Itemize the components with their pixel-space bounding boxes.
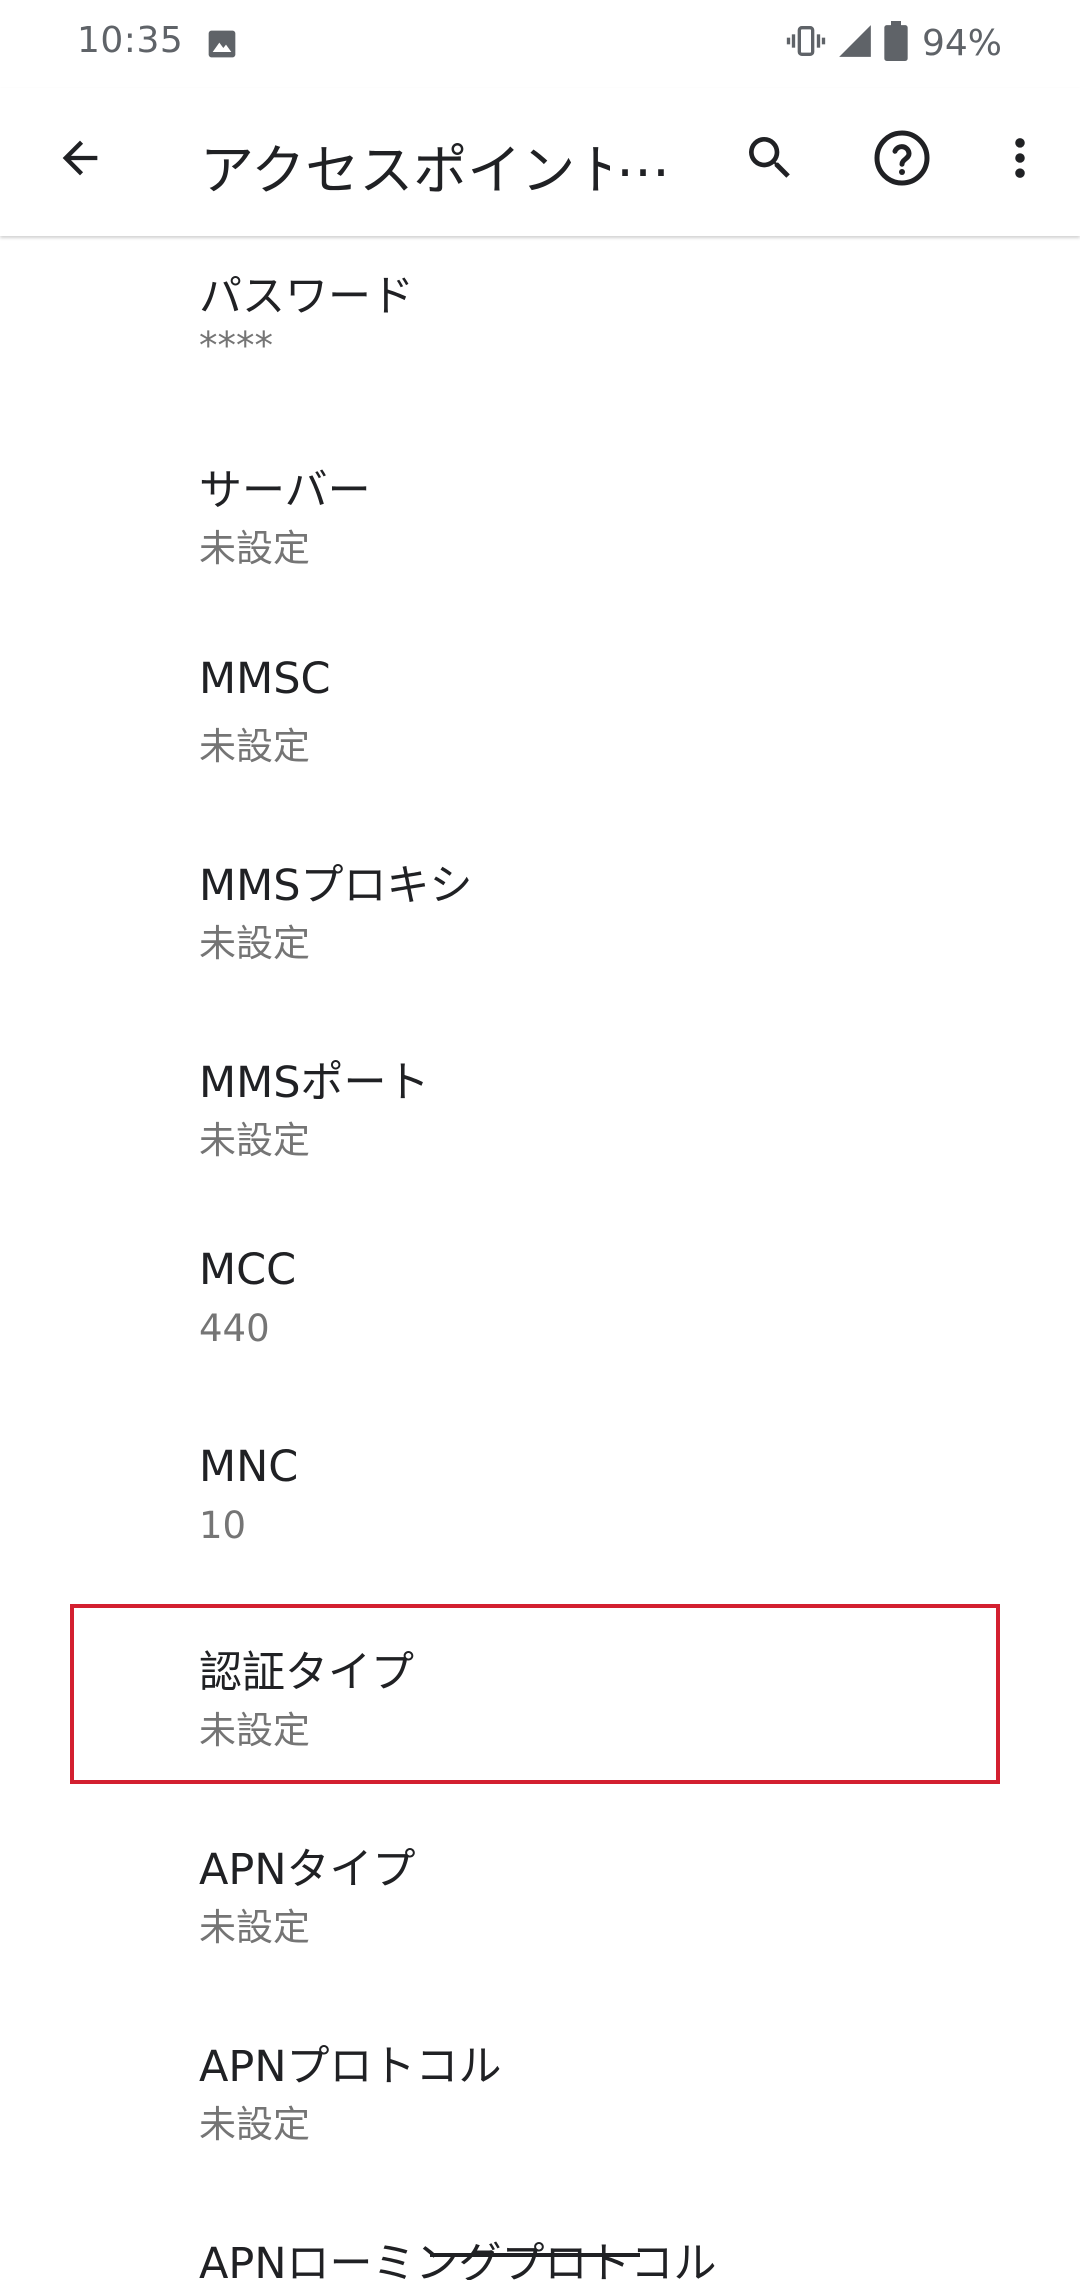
item-title: APNプロトコル [199,2042,502,2092]
app-bar: アクセスポイント … [0,88,1080,236]
item-summary: 未設定 [199,2103,310,2146]
battery-percent: 94% [921,22,1002,64]
item-title: サーバー [199,466,371,516]
item-title: MMSC [199,654,331,704]
battery-icon [884,21,908,65]
back-arrow-icon [62,140,98,176]
status-bar: 10:35 94% [0,0,1080,88]
page-title: アクセスポイント [200,139,630,202]
back-button[interactable] [40,118,120,198]
item-summary: 未設定 [199,1119,310,1162]
help-icon [874,130,930,186]
list-item-mms-proxy[interactable]: MMSプロキシ 未設定 [0,827,1080,1023]
item-title: MMSプロキシ [199,861,473,911]
item-summary: 未設定 [199,725,310,768]
item-title: MMSポート [199,1058,430,1108]
item-summary: 10 [199,1504,247,1547]
list-item-server[interactable]: サーバー 未設定 [0,432,1080,628]
title-ellipsis: … [610,126,670,189]
item-title: MNC [199,1442,299,1492]
search-icon [749,137,790,178]
image-icon [206,28,238,60]
strike-line [430,2253,640,2257]
more-vert-icon [1015,138,1025,178]
list-item-apn-protocol[interactable]: APNプロトコル 未設定 [0,2008,1080,2204]
item-summary: 440 [199,1307,270,1350]
item-title: パスワード [199,272,414,322]
screen: 10:35 94% アクセスポイント … パスワード **** サーバー 未設定… [0,0,1080,2280]
item-title: MCC [199,1245,297,1295]
highlight-box [70,1604,1000,1784]
list-item-apn-type[interactable]: APNタイプ 未設定 [0,1811,1080,2007]
status-time: 10:35 [77,20,184,61]
list-item-mmsc[interactable]: MMSC 未設定 [0,630,1080,826]
list-item-password[interactable]: パスワード **** [0,236,1080,396]
vibrate-icon [786,21,826,65]
cell-signal-icon [836,22,874,64]
help-button[interactable] [862,118,942,198]
item-title: APNタイプ [199,1845,416,1895]
item-summary: 未設定 [199,1906,310,1949]
status-right-group: 94% [786,20,1002,66]
list-item-apn-roaming-protocol[interactable]: APNローミングプロトコル [0,2205,1080,2280]
list-item-mnc[interactable]: MNC 10 [0,1418,1080,1614]
list-item-mms-port[interactable]: MMSポート 未設定 [0,1024,1080,1220]
item-summary: 未設定 [199,527,310,570]
search-button[interactable] [730,118,810,198]
more-options-button[interactable] [980,118,1060,198]
item-summary: **** [199,324,273,367]
item-summary: 未設定 [199,922,310,965]
list-item-mcc[interactable]: MCC 440 [0,1221,1080,1417]
